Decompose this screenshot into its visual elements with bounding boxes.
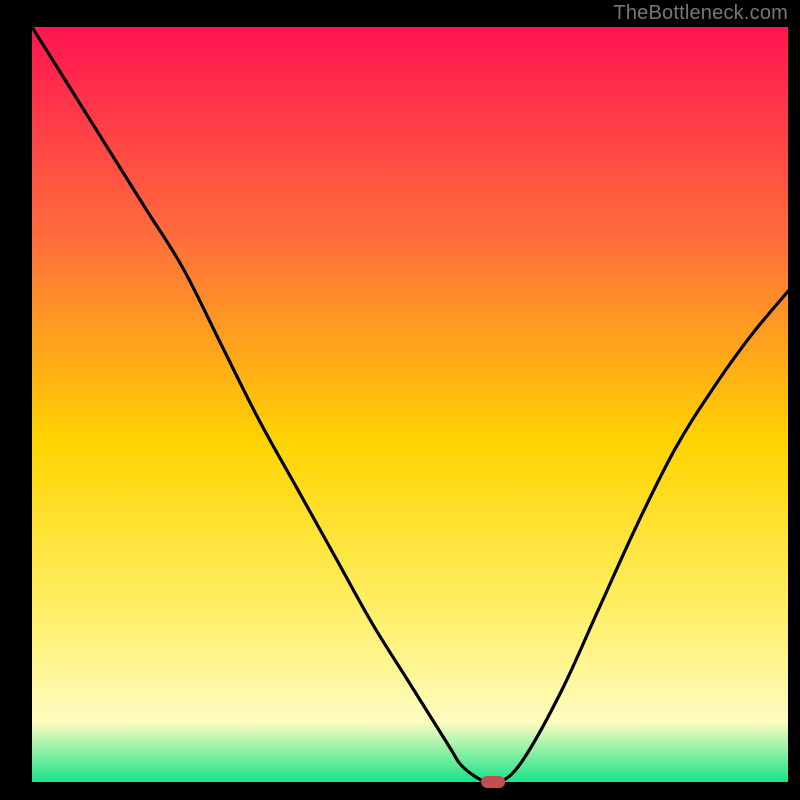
chart-frame: TheBottleneck.com — [0, 0, 800, 800]
optimal-point-marker — [481, 776, 505, 788]
plot-gradient-area — [32, 27, 788, 782]
watermark-text: TheBottleneck.com — [613, 2, 788, 25]
bottleneck-chart — [0, 0, 800, 800]
